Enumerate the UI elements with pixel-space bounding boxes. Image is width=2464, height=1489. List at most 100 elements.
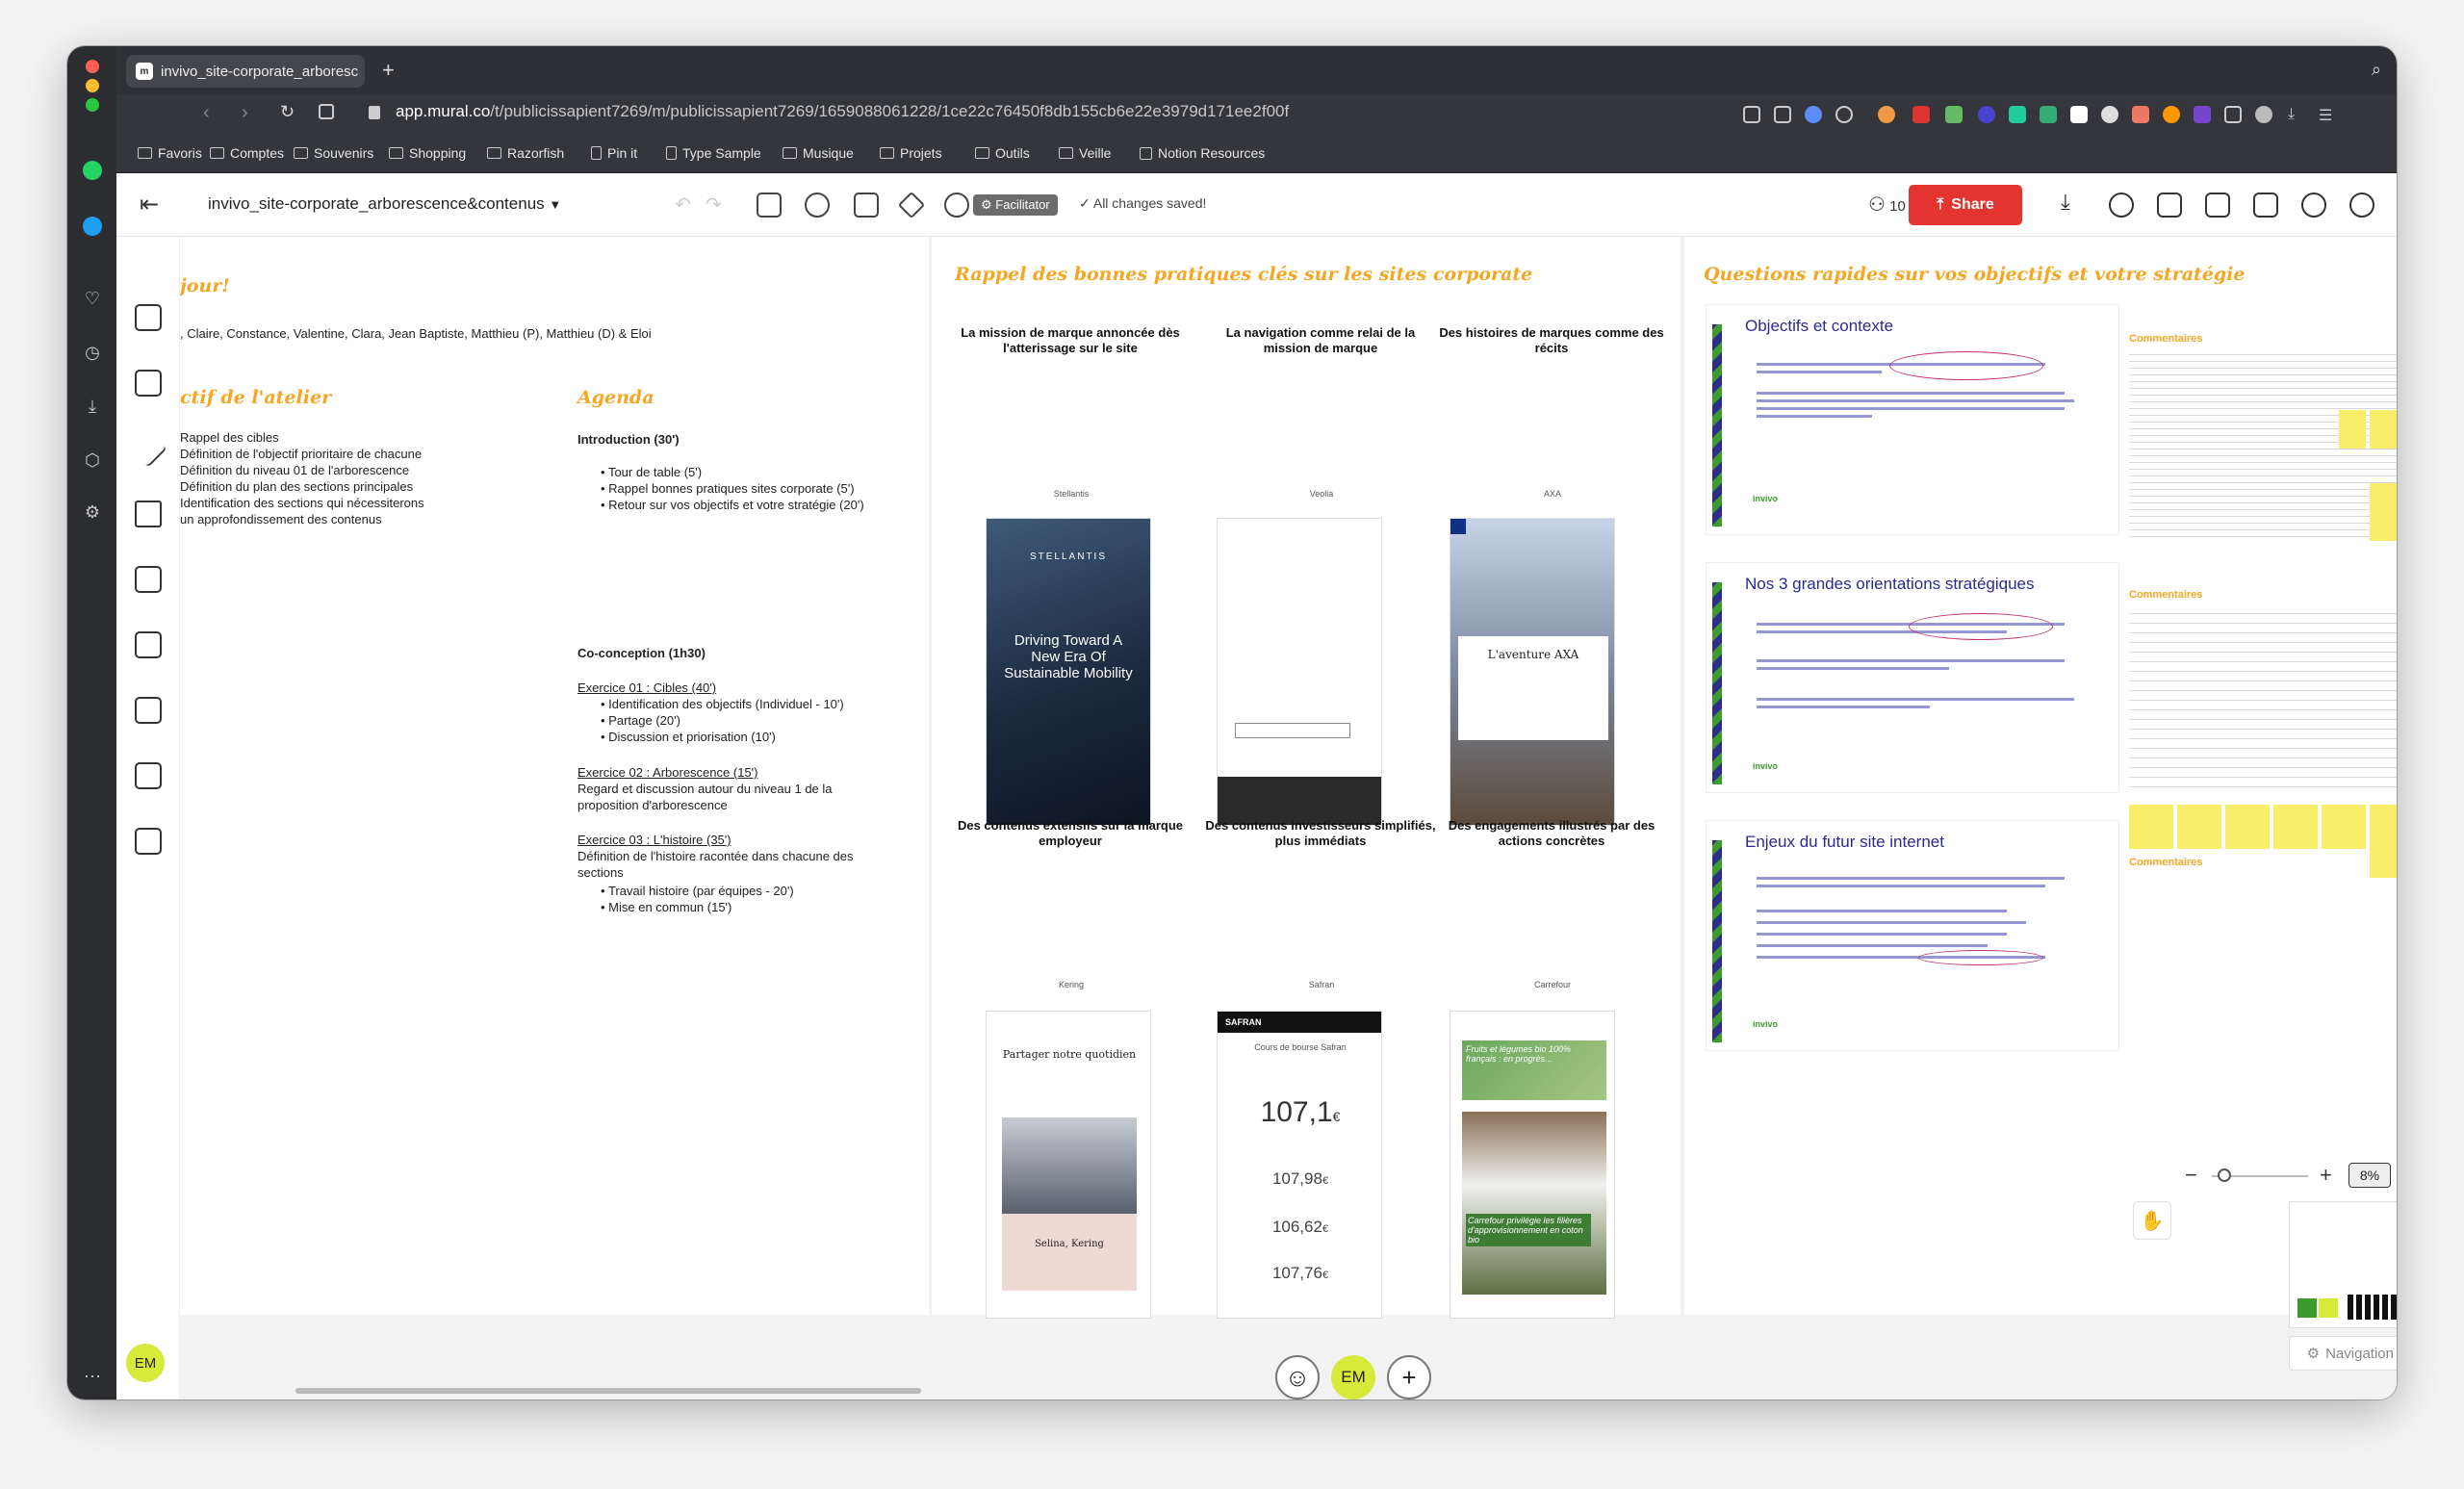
star-icon[interactable]	[135, 501, 162, 527]
private-mode-icon[interactable]	[897, 191, 926, 219]
search-icon[interactable]	[2301, 193, 2326, 218]
user-avatar[interactable]: EM	[126, 1344, 165, 1382]
zoom-out-button[interactable]: −	[2185, 1163, 2197, 1188]
redo-icon[interactable]: ↷	[706, 193, 722, 217]
activity-icon[interactable]	[2205, 193, 2230, 218]
profile-icon[interactable]	[2255, 106, 2272, 123]
close-window-button[interactable]	[86, 60, 99, 73]
export-icon[interactable]: ⤓	[2061, 190, 2086, 215]
shield-icon[interactable]	[1805, 106, 1822, 123]
settings-icon[interactable]: ⚙	[81, 501, 104, 524]
outline-list-icon[interactable]	[2253, 193, 2278, 218]
extension-b-icon[interactable]	[2163, 106, 2180, 123]
extension-hat-icon[interactable]	[2101, 106, 2118, 123]
hand-tool-icon[interactable]: ✋	[2133, 1201, 2171, 1240]
whatsapp-icon[interactable]	[83, 161, 102, 180]
download-icon[interactable]: ⤓	[2288, 106, 2305, 123]
favorite-icon[interactable]	[1835, 106, 1853, 123]
sticky-note[interactable]	[2273, 805, 2318, 849]
box-icon[interactable]: ⬡	[81, 449, 104, 472]
menu-icon[interactable]: ☰	[2319, 106, 2336, 124]
tab-grid-icon[interactable]	[319, 104, 334, 119]
library-icon[interactable]	[135, 762, 162, 789]
sticky-note[interactable]	[2339, 410, 2366, 449]
facilitator-badge[interactable]: ⚙ Facilitator	[973, 194, 1058, 216]
extension-green-icon[interactable]	[1945, 106, 1963, 123]
text-tool-icon[interactable]	[135, 370, 162, 397]
zoom-slider-handle[interactable]	[2218, 1168, 2231, 1182]
sticky-note[interactable]	[2225, 805, 2270, 849]
present-icon[interactable]	[805, 193, 830, 218]
bookmark-razorfish[interactable]: Razorfish	[487, 145, 564, 161]
twitter-icon[interactable]	[83, 217, 102, 236]
sticky-note[interactable]	[2370, 805, 2397, 878]
table-icon[interactable]	[135, 697, 162, 724]
mural-title[interactable]: invivo_site-corporate_arborescence&conte…	[208, 194, 561, 214]
zoom-in-button[interactable]: +	[2320, 1163, 2332, 1188]
image-icon[interactable]	[135, 566, 162, 593]
chat-icon[interactable]	[2109, 193, 2134, 218]
sticky-note-icon[interactable]	[135, 304, 162, 331]
extension-fox-icon[interactable]	[2132, 106, 2149, 123]
forward-icon[interactable]: ›	[242, 102, 248, 124]
minimap[interactable]	[2289, 1201, 2397, 1328]
bookmark-pin-it[interactable]: Pin it	[591, 145, 637, 161]
bookmark-musique[interactable]: Musique	[783, 145, 854, 161]
extension-purple-icon[interactable]	[2194, 106, 2211, 123]
bookmark-favoris[interactable]: Favoris	[138, 145, 202, 161]
frameworks-icon[interactable]	[135, 631, 162, 658]
mural-canvas[interactable]: jour! , Claire, Constance, Valentine, Cl…	[180, 237, 2397, 1399]
horizontal-scrollbar[interactable]	[295, 1388, 921, 1394]
pen-icon[interactable]	[129, 429, 167, 468]
reload-icon[interactable]: ↻	[280, 102, 295, 122]
download-icon[interactable]: ⤓	[81, 395, 104, 418]
search-tabs-icon[interactable]: ⌕	[2372, 60, 2381, 80]
undo-icon[interactable]: ↶	[675, 193, 691, 217]
reaction-icon[interactable]: ☺	[1275, 1355, 1320, 1399]
camera-icon[interactable]	[1774, 106, 1791, 123]
bookmark-outils[interactable]: Outils	[975, 145, 1030, 161]
sticky-note[interactable]	[2177, 805, 2221, 849]
extension-cube-icon[interactable]	[2224, 106, 2242, 123]
bookmark-souvenirs[interactable]: Souvenirs	[294, 145, 373, 161]
navigation-settings-button[interactable]: ⚙Navigation Settings	[2289, 1336, 2397, 1371]
extension-teal-icon[interactable]	[2009, 106, 2026, 123]
more-icon[interactable]: ⋯	[81, 1365, 104, 1388]
add-collaborator-icon[interactable]: +	[1387, 1355, 1431, 1399]
heart-icon[interactable]: ♡	[81, 287, 104, 310]
bookmark-comptes[interactable]: Comptes	[210, 145, 284, 161]
sticky-note[interactable]	[2129, 805, 2173, 849]
sticky-note[interactable]	[2322, 805, 2366, 849]
bookmark-shopping[interactable]: Shopping	[389, 145, 466, 161]
zoom-level[interactable]: 8%	[2348, 1163, 2391, 1188]
extension-color-icon[interactable]	[1878, 106, 1895, 123]
maximize-window-button[interactable]	[86, 98, 99, 112]
bookmark-type-sample[interactable]: Type Sample	[666, 145, 761, 161]
back-icon[interactable]: ‹	[203, 102, 210, 124]
collaborator-avatar[interactable]: EM	[1331, 1355, 1375, 1399]
new-tab-icon[interactable]: +	[382, 58, 395, 83]
import-icon[interactable]	[135, 828, 162, 855]
exit-mural-icon[interactable]: ⇤	[140, 191, 159, 218]
share-page-icon[interactable]	[1743, 106, 1760, 123]
share-button[interactable]: ⤒ Share	[1909, 185, 2022, 225]
history-icon[interactable]: ◷	[81, 341, 104, 364]
comments-icon[interactable]	[2157, 193, 2182, 218]
extension-blue-icon[interactable]	[1978, 106, 1995, 123]
bookmark-veille[interactable]: Veille	[1059, 145, 1111, 161]
bookmark-notion-resources[interactable]: Notion Resources	[1140, 145, 1265, 161]
help-icon[interactable]	[2349, 193, 2374, 218]
browser-tab[interactable]: m invivo_site-corporate_arboresc	[126, 55, 365, 88]
members-count[interactable]: ⚇ 10	[1868, 193, 1906, 217]
sticky-note[interactable]	[2370, 483, 2397, 541]
timer-icon[interactable]	[944, 193, 969, 218]
bookmark-projets[interactable]: Projets	[880, 145, 942, 161]
outline-icon[interactable]	[757, 193, 782, 218]
extension-red-icon[interactable]	[1912, 106, 1930, 123]
minimize-window-button[interactable]	[86, 79, 99, 92]
sticky-note[interactable]	[2370, 410, 2397, 449]
extension-notion-icon[interactable]	[2070, 106, 2088, 123]
url-field[interactable]: app.mural.co/t/publicissapient7269/m/pub…	[396, 102, 1289, 121]
extension-sheets-icon[interactable]	[2040, 106, 2057, 123]
voting-icon[interactable]	[854, 193, 879, 218]
